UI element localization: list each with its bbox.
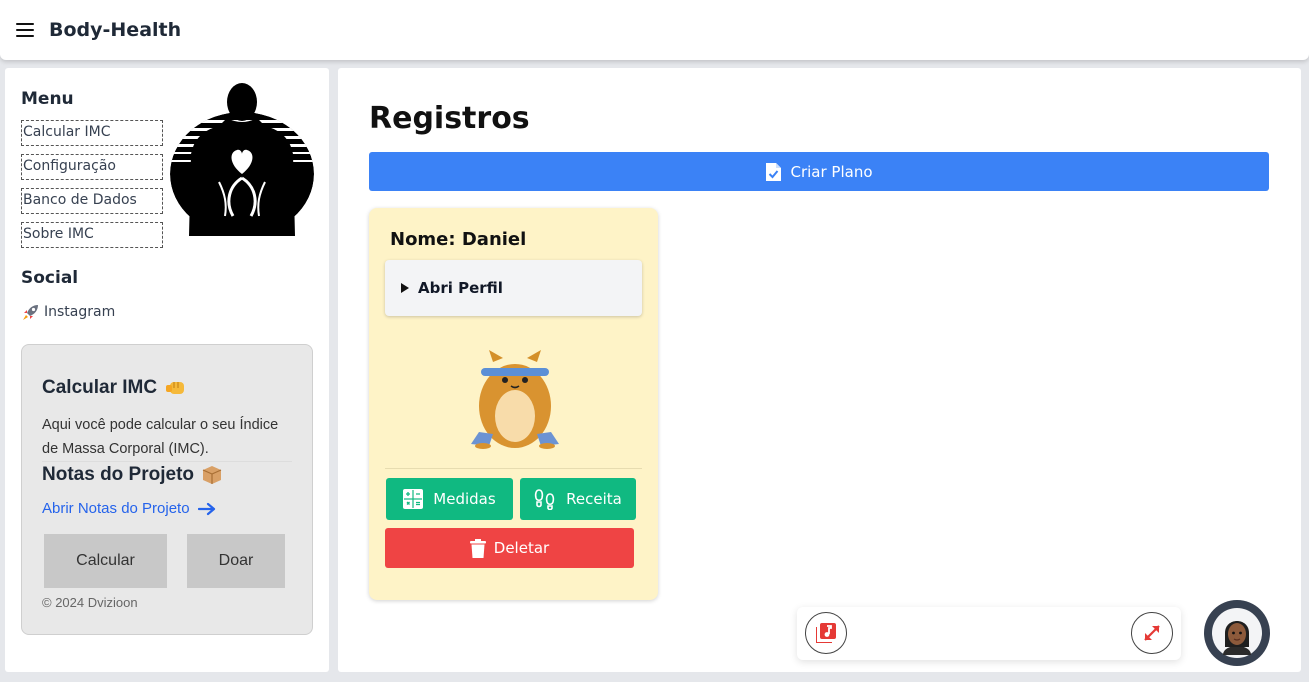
open-profile-toggle[interactable]: Abri Perfil [385,260,642,316]
instagram-label: Instagram [44,304,116,320]
fist-bump-icon [166,382,185,394]
main-content: Registros Criar Plano Nome: Daniel Abri … [338,68,1301,672]
measures-button[interactable]: Medidas [386,478,513,520]
info-card-text: Aqui você pode calcular o seu Índice de … [42,417,279,457]
sidebar: Menu Calcular IMC Configuração Banco de … [5,68,329,672]
app-title: Body-Health [49,19,182,41]
assistant-avatar[interactable] [1204,600,1270,666]
hamster-mascot-image [471,350,559,449]
record-card: Nome: Daniel Abri Perfil Medidas Receita… [369,208,658,600]
divider [385,468,642,469]
divider [42,461,292,462]
avatar-image [1212,608,1262,658]
expand-button[interactable] [1131,612,1173,654]
music-library-icon [816,623,836,643]
info-card-title: Calcular IMC [42,377,187,399]
trash-icon [469,538,486,558]
menu-title: Menu [21,89,74,109]
instagram-link[interactable]: Instagram [21,302,115,322]
sidebar-item-configuracao[interactable]: Configuração [21,154,163,180]
calculator-icon [403,489,424,509]
social-title: Social [21,268,79,288]
top-header: Body-Health [0,0,1309,60]
notes-title: Notas do Projeto [42,464,222,486]
page-title: Registros [369,101,530,136]
sidebar-item-banco-de-dados[interactable]: Banco de Dados [21,188,163,214]
record-name: Nome: Daniel [390,229,527,250]
music-library-button[interactable] [805,612,847,654]
floating-player [797,607,1181,660]
hamburger-icon[interactable] [16,23,34,37]
doar-button[interactable]: Doar [187,534,285,588]
info-card: Calcular IMC Aqui você pode calcular o s… [21,344,313,635]
footprints-icon [534,489,555,510]
rocket-icon [23,305,38,320]
calcular-button[interactable]: Calcular [44,534,167,588]
copyright: © 2024 Dvizioon [42,595,138,610]
open-notes-link[interactable]: Abrir Notas do Projeto [42,500,216,517]
sidebar-item-calcular-imc[interactable]: Calcular IMC [21,120,163,146]
body-silhouette-logo [170,83,314,236]
expand-arrows-icon [1144,625,1160,641]
file-check-icon [766,162,782,181]
arrow-right-icon [197,502,215,515]
delete-button[interactable]: Deletar [385,528,634,568]
package-icon [202,466,222,484]
recipe-button[interactable]: Receita [520,478,636,520]
sidebar-item-sobre-imc[interactable]: Sobre IMC [21,222,163,248]
disclosure-triangle-icon [401,283,409,293]
create-plan-button[interactable]: Criar Plano [369,152,1269,191]
